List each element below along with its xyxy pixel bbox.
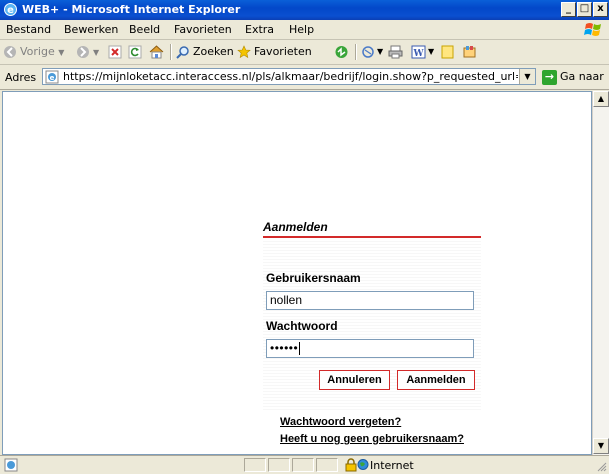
submit-button[interactable]: Aanmelden	[397, 370, 475, 390]
menu-favorieten[interactable]: Favorieten	[174, 23, 232, 36]
no-username-link[interactable]: Heeft u nog geen gebruikersnaam?	[280, 433, 464, 445]
forward-dropdown-icon: ▼	[93, 48, 100, 57]
password-input[interactable]: ••••••	[266, 339, 474, 358]
back-button[interactable]: Vorige ▼	[3, 44, 64, 60]
toolbar-separator	[355, 44, 357, 60]
star-icon	[237, 45, 251, 59]
refresh-icon[interactable]	[128, 45, 142, 59]
go-arrow-icon: →	[542, 69, 557, 85]
search-icon	[176, 46, 189, 59]
standard-toolbar: Vorige ▼ ▼ Zoeken Favorieten ▼ W ▼	[0, 40, 609, 65]
page-icon: e	[45, 70, 59, 84]
status-pane	[268, 458, 290, 472]
address-bar: Adres e https://mijnloketacc.interaccess…	[0, 65, 609, 90]
minimize-button[interactable]: _	[561, 2, 576, 17]
address-url: https://mijnloketacc.interaccess.nl/pls/…	[63, 70, 518, 83]
status-pane	[292, 458, 314, 472]
username-input[interactable]: nollen	[266, 291, 474, 310]
stop-icon[interactable]	[108, 45, 122, 59]
login-heading: Aanmelden	[263, 220, 328, 234]
forward-button[interactable]: ▼	[76, 44, 99, 60]
status-pane	[244, 458, 266, 472]
status-bar: Internet	[0, 455, 609, 474]
text-caret	[299, 342, 301, 356]
menu-bestand[interactable]: Bestand	[6, 23, 51, 36]
forward-arrow-icon	[77, 46, 89, 58]
edit-dropdown-icon[interactable]: ▼	[428, 44, 434, 60]
back-arrow-icon	[4, 46, 16, 58]
browser-window: e WEB+ - Microsoft Internet Explorer _ □…	[0, 0, 609, 474]
menu-beeld[interactable]: Beeld	[129, 23, 160, 36]
back-label: Vorige	[20, 45, 55, 58]
password-value: ••••••	[270, 341, 299, 355]
forgot-password-link[interactable]: Wachtwoord vergeten?	[280, 416, 401, 428]
page-content: Aanmelden Gebruikersnaam nollen Wachtwoo…	[2, 91, 592, 455]
go-button[interactable]: → Ga naar	[542, 69, 604, 85]
menu-bar: Bestand Bewerken Beeld Favorieten Extra …	[0, 20, 609, 40]
back-dropdown-icon: ▼	[58, 48, 65, 57]
mail-icon[interactable]	[361, 45, 376, 59]
address-input[interactable]: e https://mijnloketacc.interaccess.nl/pl…	[42, 68, 536, 85]
search-button[interactable]: Zoeken	[176, 44, 234, 60]
address-dropdown-icon[interactable]: ▼	[519, 69, 535, 84]
vertical-scrollbar[interactable]: ▲ ▼	[592, 91, 609, 455]
messenger-icon[interactable]	[462, 45, 477, 59]
heading-underline	[263, 236, 481, 238]
address-label: Adres	[5, 71, 37, 84]
search-label: Zoeken	[193, 45, 234, 58]
resize-grip-icon[interactable]	[596, 461, 607, 472]
close-button[interactable]: x	[593, 2, 608, 17]
page-status-icon	[4, 458, 18, 472]
username-label: Gebruikersnaam	[266, 271, 361, 285]
cancel-button[interactable]: Annuleren	[319, 370, 390, 390]
password-label: Wachtwoord	[266, 319, 338, 333]
menu-extra[interactable]: Extra	[245, 23, 274, 36]
mail-dropdown-icon[interactable]: ▼	[377, 44, 383, 60]
scroll-down-icon[interactable]: ▼	[593, 438, 609, 454]
menu-bewerken[interactable]: Bewerken	[64, 23, 118, 36]
favorites-label: Favorieten	[254, 45, 312, 58]
svg-text:e: e	[7, 5, 14, 16]
print-icon[interactable]	[388, 45, 403, 59]
status-pane	[316, 458, 338, 472]
zone-pane	[344, 458, 596, 472]
window-title: WEB+ - Microsoft Internet Explorer	[22, 3, 241, 16]
ie-icon: e	[4, 3, 17, 16]
favorites-button[interactable]: Favorieten	[237, 44, 312, 60]
history-icon[interactable]	[334, 45, 349, 59]
maximize-button[interactable]: □	[577, 2, 592, 17]
toolbar-separator	[170, 44, 172, 60]
notes-icon[interactable]	[440, 45, 455, 59]
scroll-up-icon[interactable]: ▲	[593, 91, 609, 107]
word-edit-icon[interactable]: W	[411, 45, 426, 59]
svg-text:e: e	[50, 74, 55, 82]
windows-logo-icon	[584, 23, 601, 36]
menu-help[interactable]: Help	[289, 23, 314, 36]
home-icon[interactable]	[149, 45, 164, 59]
svg-text:W: W	[412, 49, 424, 59]
go-label: Ga naar	[560, 70, 604, 83]
title-bar[interactable]: e WEB+ - Microsoft Internet Explorer _ □…	[0, 0, 609, 20]
